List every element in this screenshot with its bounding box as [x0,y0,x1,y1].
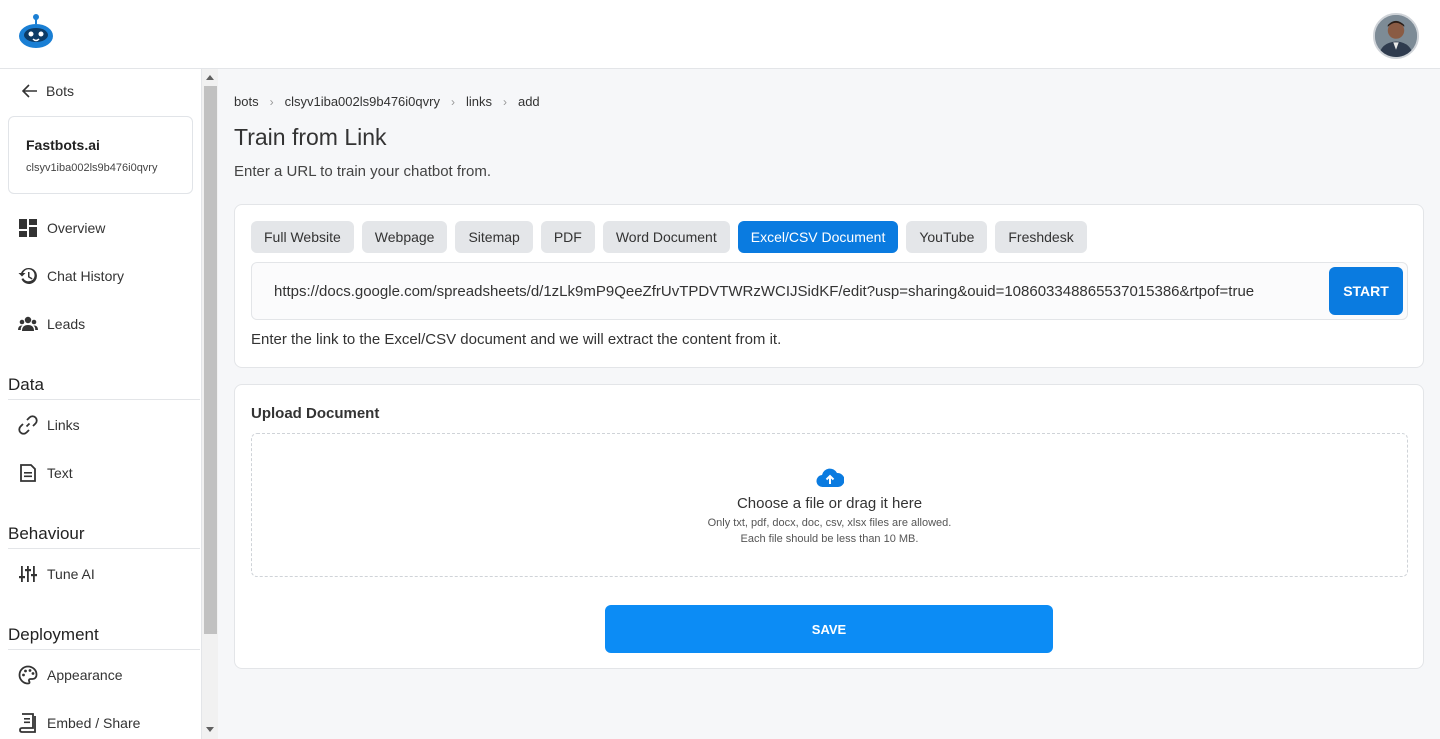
sidebar-item-embed-share[interactable]: Embed / Share [18,713,140,733]
sidebar-item-overview[interactable]: Overview [18,218,105,238]
tab-freshdesk[interactable]: Freshdesk [995,221,1087,253]
tab-full-website[interactable]: Full Website [251,221,354,253]
sidebar-item-label: Text [47,465,73,481]
source-tabs: Full Website Webpage Sitemap PDF Word Do… [251,221,1087,253]
sidebar-item-label: Chat History [47,268,125,284]
tab-excel-csv-document[interactable]: Excel/CSV Document [737,221,899,253]
sidebar-item-appearance[interactable]: Appearance [18,665,123,685]
page-subtitle: Enter a URL to train your chatbot from. [234,163,492,180]
tab-webpage[interactable]: Webpage [361,221,448,253]
top-bar [0,0,1440,69]
arrow-left-icon [22,84,37,98]
sidebar-item-chat-history[interactable]: Chat History [18,266,124,286]
dropzone-allowed-types: Only txt, pdf, docx, doc, csv, xlsx file… [707,517,952,529]
tab-youtube[interactable]: YouTube [906,221,988,253]
sliders-icon [19,566,37,582]
section-title-deployment: Deployment [8,625,200,650]
people-icon [18,316,38,331]
sidebar-item-label: Appearance [47,667,123,683]
breadcrumb-item-bots[interactable]: bots [234,94,259,109]
save-button[interactable]: SAVE [605,605,1053,653]
dropzone-size-limit: Each file should be less than 10 MB. [740,533,919,545]
section-title-behaviour: Behaviour [8,524,200,549]
back-label: Bots [46,83,75,99]
scroll-down-arrow-icon[interactable] [206,727,214,732]
sidebar-item-label: Overview [47,220,106,236]
link-icon [18,415,38,435]
breadcrumb-item-links[interactable]: links [466,94,492,109]
tab-word-document[interactable]: Word Document [602,221,730,253]
sidebar-item-tune-ai[interactable]: Tune AI [18,564,95,584]
bot-card: Fastbots.ai clsyv1iba002ls9b476i0qvry [8,116,193,194]
document-icon [20,464,36,482]
breadcrumb: bots › clsyv1iba002ls9b476i0qvry › links… [234,94,540,109]
file-dropzone[interactable]: Choose a file or drag it here Only txt, … [251,433,1408,577]
scrollbar-thumb[interactable] [204,86,217,634]
tab-pdf[interactable]: PDF [540,221,595,253]
sidebar-item-label: Embed / Share [47,715,141,731]
breadcrumb-item-add: add [517,94,540,109]
sidebar-scrollbar[interactable] [202,69,218,739]
url-input-group: START [251,262,1408,320]
back-to-bots-link[interactable]: Bots [22,83,74,99]
breadcrumb-item-bot[interactable]: clsyv1iba002ls9b476i0qvry [285,94,440,109]
start-button[interactable]: START [1329,267,1403,315]
sidebar-item-label: Leads [47,316,86,332]
sidebar-item-label: Links [47,417,80,433]
chevron-right-icon: › [450,94,455,109]
sidebar-item-leads[interactable]: Leads [18,314,85,334]
chevron-right-icon: › [269,94,274,109]
bot-id: clsyv1iba002ls9b476i0qvry [26,162,158,174]
chevron-right-icon: › [502,94,507,109]
page-title: Train from Link [234,124,387,150]
tab-sitemap[interactable]: Sitemap [455,221,533,253]
dropzone-main-text: Choose a file or drag it here [736,495,923,512]
cloud-upload-icon [816,468,844,488]
url-helper-text: Enter the link to the Excel/CSV document… [251,331,782,348]
palette-icon [18,665,38,685]
link-source-card: Full Website Webpage Sitemap PDF Word Do… [234,204,1424,368]
url-input[interactable] [253,264,1324,318]
sidebar: Bots Fastbots.ai clsyv1iba002ls9b476i0qv… [0,69,202,739]
upload-title: Upload Document [251,405,380,422]
bot-name: Fastbots.ai [26,137,100,153]
section-title-data: Data [8,375,200,400]
user-avatar[interactable] [1373,13,1419,59]
scroll-up-arrow-icon[interactable] [206,75,214,80]
dashboard-icon [19,219,37,237]
sidebar-item-text[interactable]: Text [18,463,73,483]
embed-icon [19,713,36,733]
sidebar-item-links[interactable]: Links [18,415,80,435]
history-icon [18,267,37,284]
robot-logo-icon[interactable] [18,13,56,49]
sidebar-item-label: Tune AI [47,566,95,582]
upload-card: Upload Document Choose a file or drag it… [234,384,1424,669]
